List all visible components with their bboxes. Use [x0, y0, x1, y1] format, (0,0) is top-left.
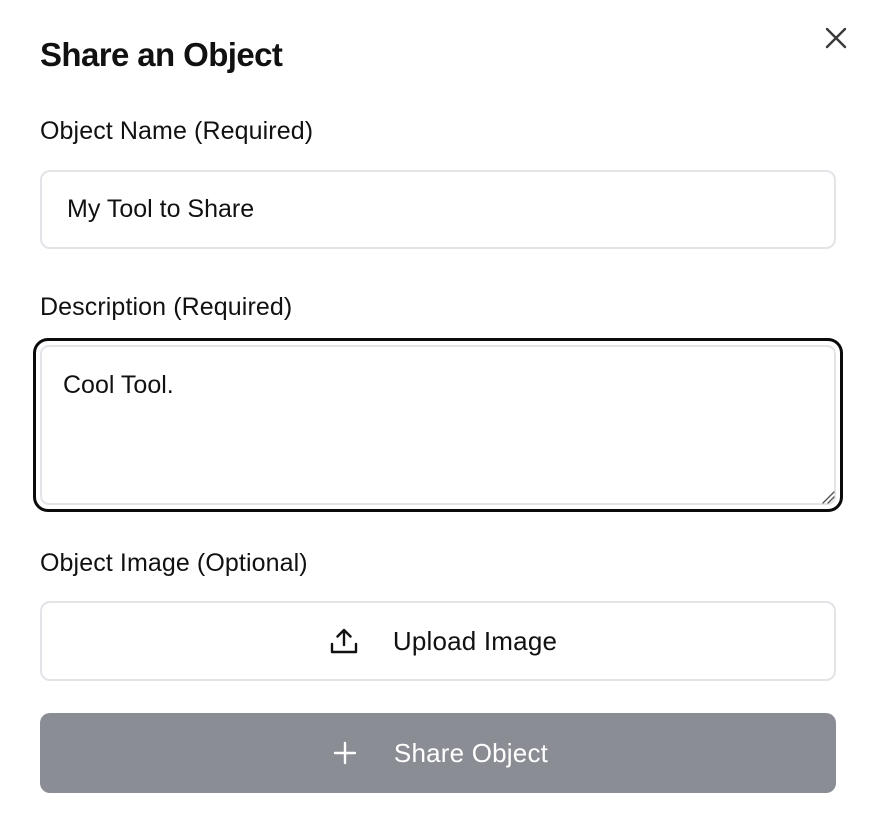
object-image-label: Object Image (Optional): [40, 549, 308, 577]
upload-image-label: Upload Image: [392, 625, 558, 656]
description-label: Description (Required): [40, 293, 293, 321]
upload-image-button[interactable]: Upload Image: [40, 601, 836, 681]
close-icon: [825, 27, 847, 49]
share-object-button[interactable]: Share Object: [40, 713, 836, 793]
share-object-label: Share Object: [393, 737, 549, 768]
close-button[interactable]: [818, 20, 854, 56]
object-name-label: Object Name (Required): [40, 117, 314, 145]
share-object-dialog: Share an Object Object Name (Required) D…: [0, 0, 880, 836]
object-name-input[interactable]: [40, 170, 836, 249]
plus-icon: [328, 736, 362, 770]
dialog-title: Share an Object: [40, 36, 283, 73]
upload-icon: [327, 624, 361, 658]
description-textarea[interactable]: Cool Tool.: [33, 338, 843, 512]
description-text: Cool Tool.: [63, 371, 174, 399]
resize-handle-icon[interactable]: [819, 488, 835, 504]
